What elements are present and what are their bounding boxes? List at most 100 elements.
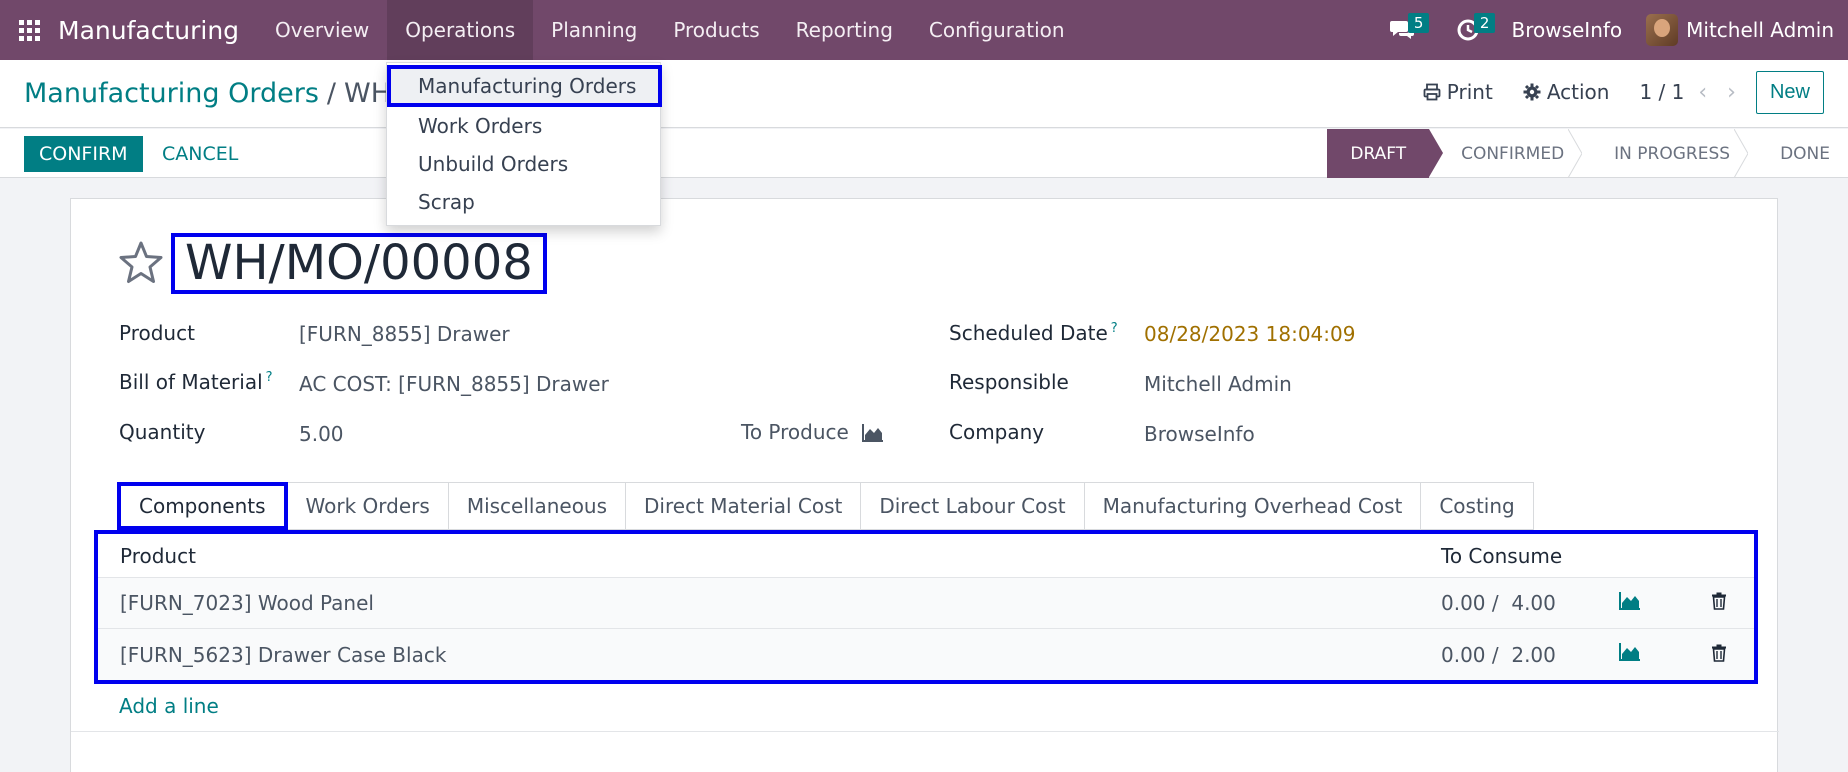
menu-configuration[interactable]: Configuration [911, 0, 1083, 60]
product-label: Product [119, 321, 195, 345]
scheduled-date-field[interactable]: 08/28/2023 18:04:09 [1144, 322, 1355, 346]
to-consume-value: 4.00 [1511, 591, 1556, 615]
print-icon [1423, 83, 1441, 101]
new-button[interactable]: New [1755, 70, 1824, 114]
add-line-link[interactable]: Add a line [119, 694, 219, 718]
menu-products[interactable]: Products [655, 0, 777, 60]
stage-pipeline: DRAFT CONFIRMED IN PROGRESS DONE [1327, 129, 1848, 178]
top-navbar: Manufacturing Overview Operations Planni… [0, 0, 1848, 60]
scheduled-label-text: Scheduled Date [949, 321, 1108, 345]
stage-in-progress-label: IN PROGRESS [1614, 143, 1731, 164]
to-consume-value: 2.00 [1511, 642, 1556, 667]
bom-field[interactable]: AC COST: [FURN_8855] Drawer [299, 372, 609, 396]
trash-icon[interactable] [1711, 644, 1727, 662]
action-button[interactable]: Action [1523, 80, 1610, 104]
stage-confirmed-label: CONFIRMED [1461, 143, 1565, 164]
product-field[interactable]: [FURN_8855] Drawer [299, 322, 510, 346]
star-icon[interactable] [117, 239, 165, 287]
add-line-row: Add a line [71, 682, 1779, 732]
responsible-label: Responsible [949, 370, 1069, 394]
responsible-field[interactable]: Mitchell Admin [1144, 372, 1292, 396]
activities-count-badge: 2 [1473, 13, 1496, 33]
help-icon[interactable]: ? [1111, 321, 1118, 336]
menu-reporting[interactable]: Reporting [778, 0, 911, 60]
trash-icon[interactable] [1711, 592, 1727, 610]
consumed-value: 0.00 [1441, 591, 1486, 615]
bom-label: Bill of Material? [119, 370, 273, 394]
activities-button[interactable]: 2 [1435, 0, 1501, 60]
delete-cell [1711, 643, 1751, 667]
pager-previous-icon[interactable]: ‹ [1698, 80, 1707, 105]
pager-next-icon[interactable]: › [1727, 80, 1736, 105]
tab-work-orders[interactable]: Work Orders [287, 482, 449, 530]
components-table: Product To Consume [FURN_7023] Wood Pane… [94, 530, 1758, 684]
apps-menu-icon[interactable] [0, 0, 58, 60]
breadcrumb-separator: / [326, 78, 336, 109]
operations-dropdown: Manufacturing Orders Work Orders Unbuild… [386, 62, 662, 226]
stage-done[interactable]: DONE [1748, 129, 1848, 178]
tab-direct-labour-cost[interactable]: Direct Labour Cost [861, 482, 1085, 530]
stage-draft[interactable]: DRAFT [1327, 129, 1443, 178]
company-field[interactable]: BrowseInfo [1144, 422, 1255, 446]
pager-value[interactable]: 1 / 1 [1639, 80, 1684, 104]
component-quantity[interactable]: 0.00 / 2.00 [1441, 643, 1591, 667]
notebook-tabs: Components Work Orders Miscellaneous Dir… [117, 482, 1534, 530]
dropdown-item-scrap[interactable]: Scrap [387, 183, 660, 221]
bom-label-text: Bill of Material [119, 370, 263, 394]
area-chart-icon[interactable] [1619, 642, 1641, 662]
menu-overview[interactable]: Overview [257, 0, 387, 60]
print-label: Print [1446, 80, 1493, 104]
forecast-cell [1591, 642, 1711, 667]
action-label: Action [1546, 80, 1610, 104]
help-icon[interactable]: ? [266, 370, 273, 385]
area-chart-icon[interactable] [862, 423, 884, 443]
scheduled-label: Scheduled Date? [949, 321, 1118, 345]
company-switcher[interactable]: BrowseInfo [1501, 18, 1646, 42]
user-menu[interactable]: Mitchell Admin [1646, 14, 1848, 46]
user-name: Mitchell Admin [1686, 18, 1834, 42]
messages-button[interactable]: 5 [1369, 0, 1435, 60]
stage-in-progress[interactable]: IN PROGRESS [1582, 129, 1749, 178]
chevron-right-icon [1734, 129, 1749, 178]
quantity-field[interactable]: 5.00 [299, 422, 344, 446]
dropdown-item-work-orders[interactable]: Work Orders [387, 107, 660, 145]
component-product[interactable]: [FURN_5623] Drawer Case Black [98, 643, 1441, 667]
status-bar: CONFIRM CANCEL DRAFT CONFIRMED IN PROGRE… [0, 129, 1848, 178]
breadcrumb-parent[interactable]: Manufacturing Orders [24, 78, 319, 109]
print-button[interactable]: Print [1423, 80, 1493, 104]
form-sheet: WH/MO/00008 Product [FURN_8855] Drawer B… [70, 198, 1779, 772]
messages-count-badge: 5 [1407, 13, 1430, 33]
column-product[interactable]: Product [98, 544, 1441, 568]
stage-confirmed[interactable]: CONFIRMED [1429, 129, 1583, 178]
area-chart-icon[interactable] [1619, 591, 1641, 611]
company-label: Company [949, 420, 1045, 444]
tab-miscellaneous[interactable]: Miscellaneous [448, 482, 627, 530]
component-quantity[interactable]: 0.00 / 4.00 [1441, 591, 1591, 615]
table-row[interactable]: [FURN_7023] Wood Panel 0.00 / 4.00 [98, 578, 1754, 629]
cancel-button[interactable]: CANCEL [162, 136, 238, 172]
record-name: WH/MO/00008 [171, 233, 547, 294]
consumed-value: 0.00 [1441, 642, 1486, 667]
gear-icon [1523, 83, 1541, 101]
quantity-label: Quantity [119, 420, 206, 444]
tab-components[interactable]: Components [117, 482, 288, 530]
menu-planning[interactable]: Planning [533, 0, 655, 60]
tab-costing[interactable]: Costing [1421, 482, 1534, 530]
avatar [1646, 14, 1679, 46]
component-product[interactable]: [FURN_7023] Wood Panel [98, 591, 1441, 615]
control-panel: Manufacturing Orders / WH Print Action 1… [0, 60, 1848, 128]
dropdown-item-unbuild-orders[interactable]: Unbuild Orders [387, 145, 660, 183]
table-header: Product To Consume [98, 534, 1754, 578]
delete-cell [1711, 591, 1751, 615]
dropdown-item-manufacturing-orders[interactable]: Manufacturing Orders [387, 65, 662, 107]
forecast-cell [1591, 591, 1711, 616]
column-to-consume[interactable]: To Consume [1441, 544, 1591, 568]
breadcrumb-current: WH [344, 78, 391, 109]
table-row[interactable]: [FURN_5623] Drawer Case Black 0.00 / 2.0… [98, 629, 1754, 680]
chevron-right-icon [1568, 129, 1583, 178]
tab-manufacturing-overhead-cost[interactable]: Manufacturing Overhead Cost [1084, 482, 1422, 530]
tab-direct-material-cost[interactable]: Direct Material Cost [626, 482, 862, 530]
confirm-button[interactable]: CONFIRM [24, 136, 143, 172]
menu-operations[interactable]: Operations [387, 0, 534, 60]
app-name[interactable]: Manufacturing [58, 16, 239, 45]
